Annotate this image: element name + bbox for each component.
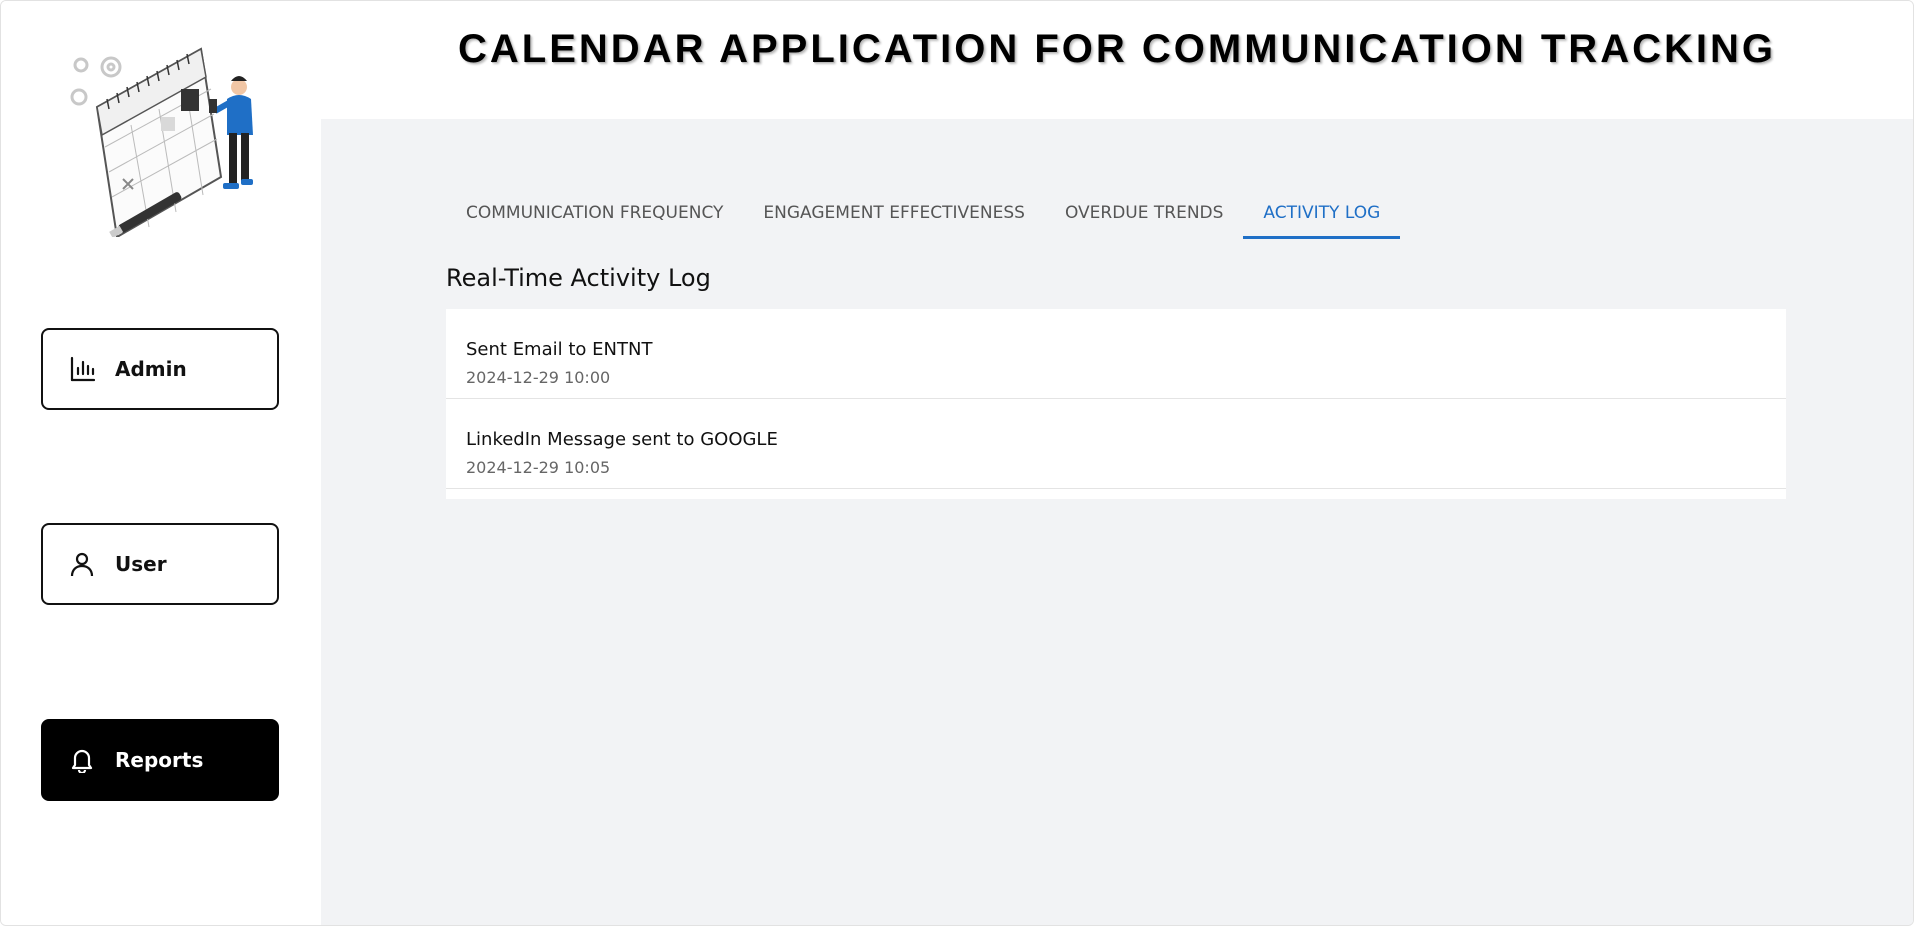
- nav-user-button[interactable]: User: [41, 523, 279, 605]
- log-entry-time: 2024-12-29 10:00: [466, 368, 611, 387]
- tab-activity-log[interactable]: ACTIVITY LOG: [1243, 187, 1401, 239]
- app-window: Admin User Reports CALENDAR APPLICATION …: [0, 0, 1914, 926]
- log-entry-text: LinkedIn Message sent to GOOGLE: [466, 429, 778, 450]
- nav-user-label: User: [115, 552, 167, 576]
- log-entry-text: Sent Email to ENTNT: [466, 339, 653, 360]
- page-header: CALENDAR APPLICATION FOR COMMUNICATION T…: [321, 1, 1913, 119]
- bell-icon: [69, 747, 95, 773]
- main-content: COMMUNICATION FREQUENCY ENGAGEMENT EFFEC…: [321, 119, 1913, 925]
- tab-overdue-trends[interactable]: OVERDUE TRENDS: [1045, 187, 1243, 239]
- bar-chart-icon: [69, 356, 95, 382]
- nav-admin-label: Admin: [115, 357, 187, 381]
- nav-reports-label: Reports: [115, 748, 204, 772]
- activity-log-list: Sent Email to ENTNT 2024-12-29 10:00 Lin…: [446, 309, 1786, 499]
- report-tabs: COMMUNICATION FREQUENCY ENGAGEMENT EFFEC…: [446, 187, 1401, 239]
- calendar-illustration: [61, 37, 261, 239]
- page-title: CALENDAR APPLICATION FOR COMMUNICATION T…: [458, 26, 1776, 71]
- log-entry-time: 2024-12-29 10:05: [466, 458, 611, 477]
- sidebar: Admin User Reports: [1, 1, 321, 925]
- user-icon: [69, 551, 95, 577]
- nav-admin-button[interactable]: Admin: [41, 328, 279, 410]
- tab-communication-frequency[interactable]: COMMUNICATION FREQUENCY: [446, 187, 743, 239]
- list-item: Sent Email to ENTNT 2024-12-29 10:00: [446, 309, 1786, 399]
- nav-reports-button[interactable]: Reports: [41, 719, 279, 801]
- tab-engagement-effectiveness[interactable]: ENGAGEMENT EFFECTIVENESS: [743, 187, 1045, 239]
- activity-log-title: Real-Time Activity Log: [446, 264, 711, 292]
- list-item: LinkedIn Message sent to GOOGLE 2024-12-…: [446, 399, 1786, 489]
